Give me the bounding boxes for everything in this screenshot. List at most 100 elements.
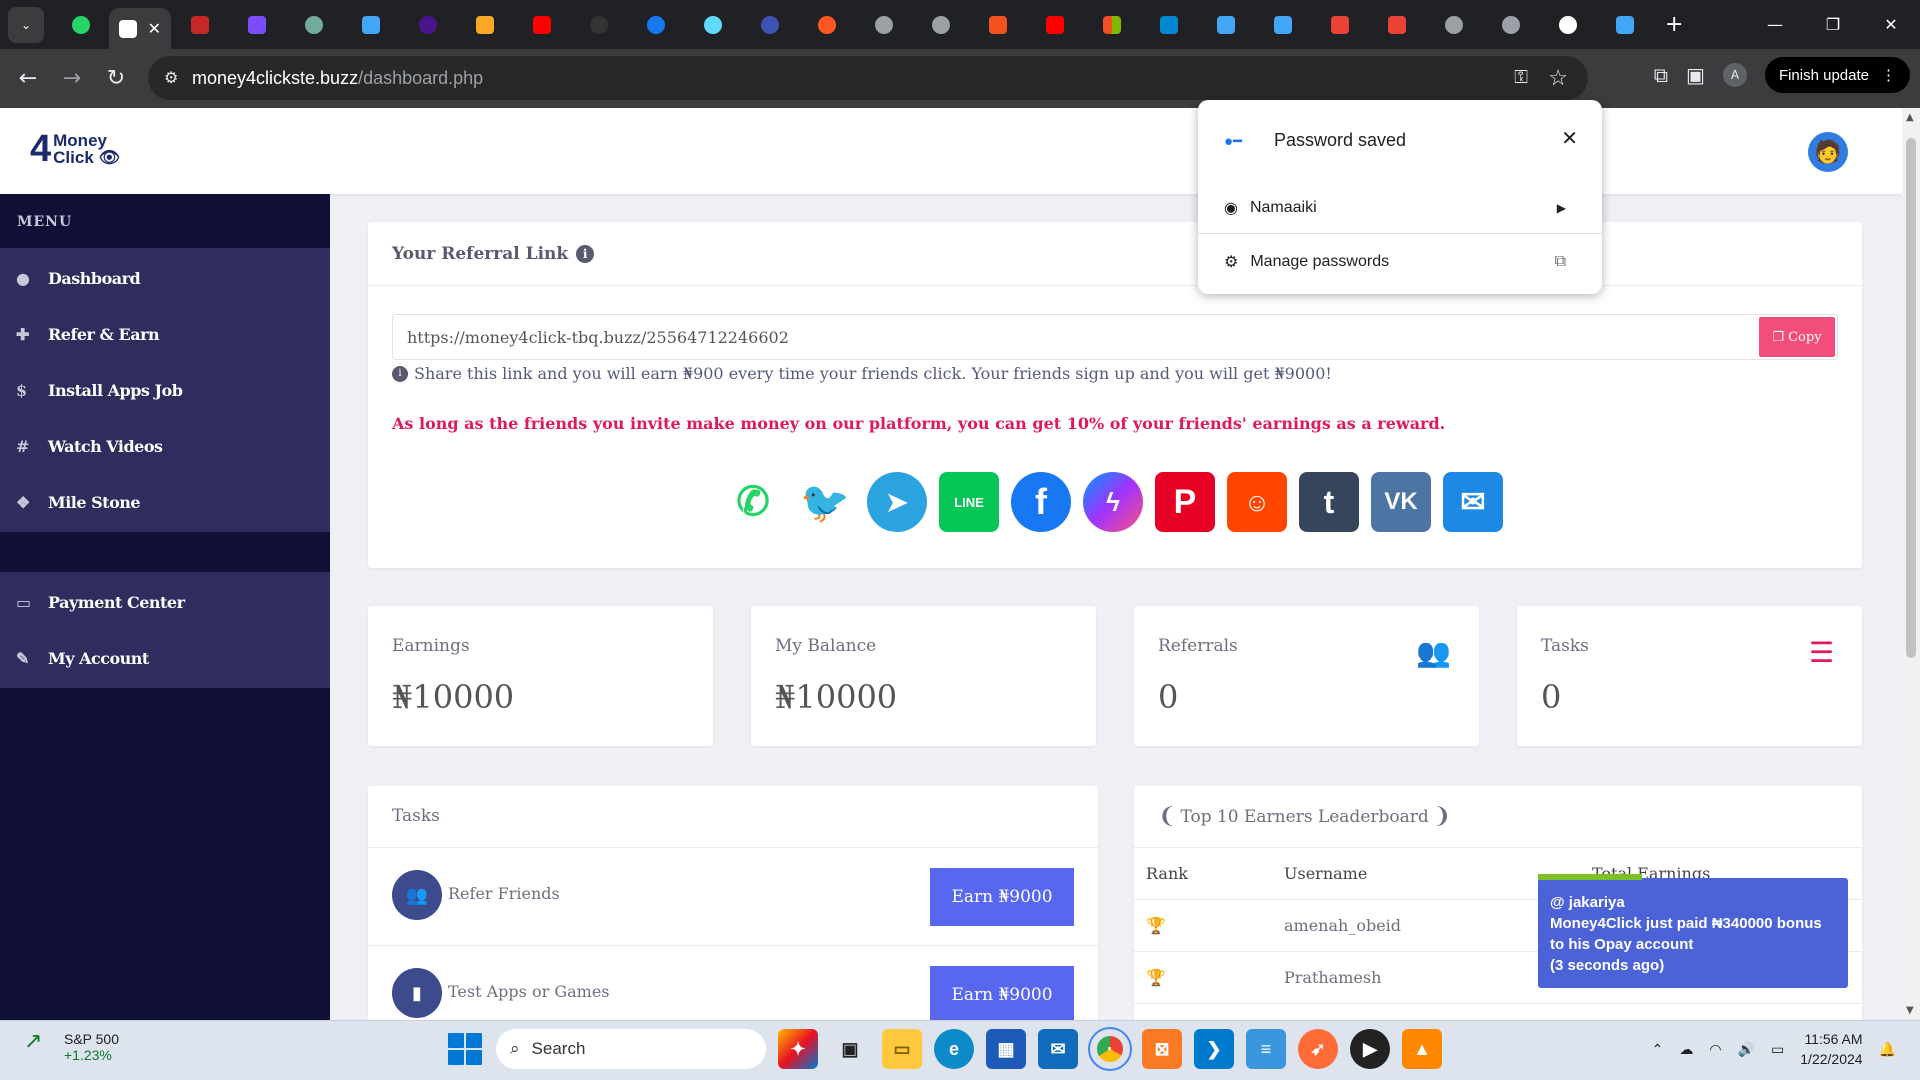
extensions-icon[interactable]: ⧉ <box>1654 63 1668 87</box>
site-info-icon[interactable]: ⚙ <box>164 68 184 88</box>
stock-widget[interactable]: ↗ S&P 500 +1.23% <box>24 1030 119 1064</box>
tab-item[interactable] <box>1197 6 1254 44</box>
tab-item[interactable] <box>228 6 285 44</box>
tab-search-button[interactable]: ⌄ <box>8 6 44 43</box>
tab-item[interactable] <box>171 6 228 44</box>
tab-item[interactable] <box>684 6 741 44</box>
saved-account-row[interactable]: ◉ Namaaiki ▶ <box>1198 182 1602 234</box>
email-share-icon[interactable]: ✉ <box>1443 472 1503 532</box>
page-scrollbar[interactable]: ▲ ▼ <box>1902 108 1920 1020</box>
twitter-share-icon[interactable]: 🐦 <box>795 472 855 532</box>
vk-share-icon[interactable]: VK <box>1371 472 1431 532</box>
scrollbar-thumb[interactable] <box>1906 138 1916 658</box>
tab-item[interactable] <box>399 6 456 44</box>
telegram-share-icon[interactable]: ➤ <box>867 472 927 532</box>
volume-icon[interactable]: 🔊 <box>1738 1041 1755 1058</box>
tab-item[interactable] <box>1083 6 1140 44</box>
tab-item[interactable] <box>798 6 855 44</box>
messenger-share-icon[interactable]: ϟ <box>1083 472 1143 532</box>
onedrive-icon[interactable]: ☁ <box>1679 1041 1693 1058</box>
minimize-icon[interactable]: — <box>1746 0 1804 49</box>
chrome-icon[interactable]: · <box>1088 1027 1132 1071</box>
vscode-icon[interactable]: ❯ <box>1194 1029 1234 1069</box>
sidebar-item-my-account[interactable]: ✎ My Account <box>0 630 330 686</box>
sidebar-item-refer-earn[interactable]: ✚ Refer & Earn <box>0 306 330 362</box>
tab-item[interactable] <box>1311 6 1368 44</box>
sidebar-item-mile-stone[interactable]: ❖ Mile Stone <box>0 474 330 530</box>
chevron-up-icon[interactable]: ⌃ <box>1652 1041 1664 1058</box>
clock[interactable]: 11:56 AM 1/22/2024 <box>1800 1029 1862 1069</box>
close-tab-icon[interactable]: ✕ <box>148 19 161 38</box>
earn-button[interactable]: Earn ₦9000 <box>930 966 1074 1020</box>
tab-item[interactable] <box>969 6 1026 44</box>
vlc-icon[interactable]: ▲ <box>1402 1029 1442 1069</box>
postman-icon[interactable]: ➶ <box>1298 1029 1338 1069</box>
media-player-icon[interactable]: ▶ <box>1350 1029 1390 1069</box>
password-key-icon[interactable]: ⚿ <box>1514 67 1528 88</box>
notepad-icon[interactable]: ≡ <box>1246 1029 1286 1069</box>
sidebar-item-install-apps[interactable]: $ Install Apps Job <box>0 362 330 418</box>
tab-item[interactable] <box>1140 6 1197 44</box>
pinterest-share-icon[interactable]: P <box>1155 472 1215 532</box>
tab-item[interactable] <box>1482 6 1539 44</box>
whatsapp-share-icon[interactable]: ✆ <box>723 472 783 532</box>
notification-bell-icon[interactable]: 🔔 <box>1879 1041 1896 1058</box>
task-view-icon[interactable]: ▣ <box>830 1029 870 1069</box>
windows-start-icon[interactable] <box>444 1029 484 1069</box>
forward-icon[interactable]: → <box>50 57 94 101</box>
restore-icon[interactable]: ❐ <box>1804 0 1862 49</box>
sidebar-item-dashboard[interactable]: ● Dashboard <box>0 250 330 306</box>
manage-passwords-row[interactable]: ⚙ Manage passwords ⧉ <box>1198 236 1602 288</box>
tumblr-share-icon[interactable]: t <box>1299 472 1359 532</box>
close-window-icon[interactable]: ✕ <box>1862 0 1920 49</box>
tab-item[interactable] <box>1425 6 1482 44</box>
profile-avatar[interactable]: A <box>1722 63 1747 87</box>
store-icon[interactable]: ▦ <box>986 1029 1026 1069</box>
tab-item[interactable] <box>570 6 627 44</box>
tab-item[interactable] <box>1596 6 1653 44</box>
tab-item[interactable] <box>741 6 798 44</box>
tab-item[interactable] <box>285 6 342 44</box>
tab-item[interactable] <box>912 6 969 44</box>
site-logo[interactable]: 4 Money Click 👁 <box>30 130 120 168</box>
referral-link-field[interactable]: https://money4click-tbq.buzz/25564712246… <box>392 314 1838 360</box>
facebook-share-icon[interactable]: f <box>1011 472 1071 532</box>
earn-button[interactable]: Earn ₦9000 <box>930 868 1074 926</box>
scroll-up-icon[interactable]: ▲ <box>1906 112 1914 123</box>
wifi-icon[interactable]: ◠ <box>1709 1041 1721 1058</box>
tab-item[interactable] <box>1539 6 1596 44</box>
tab-item[interactable] <box>1026 6 1083 44</box>
bookmark-star-icon[interactable]: ☆ <box>1548 65 1568 91</box>
close-icon[interactable]: ✕ <box>1561 126 1578 151</box>
sidebar-item-watch-videos[interactable]: # Watch Videos <box>0 418 330 474</box>
tab-whatsapp[interactable] <box>52 6 109 44</box>
battery-icon[interactable]: ▭ <box>1771 1041 1784 1058</box>
tab-item[interactable] <box>342 6 399 44</box>
copilot-app-icon[interactable]: ✦ <box>778 1029 818 1069</box>
copy-button[interactable]: ❐ Copy <box>1759 317 1835 357</box>
side-panel-icon[interactable]: ▣ <box>1686 63 1705 87</box>
tab-item[interactable] <box>1368 6 1425 44</box>
taskbar-search[interactable]: ⌕ Search <box>496 1029 766 1069</box>
address-bar[interactable]: ⚙ money4clickste.buzz/dashboard.php ⚿ ☆ <box>148 56 1588 100</box>
sidebar-item-payment-center[interactable]: ▭ Payment Center <box>0 574 330 630</box>
xampp-icon[interactable]: ⊠ <box>1142 1029 1182 1069</box>
file-explorer-icon[interactable]: ▭ <box>882 1029 922 1069</box>
back-icon[interactable]: ← <box>6 57 50 101</box>
tab-item[interactable] <box>627 6 684 44</box>
tab-item[interactable] <box>513 6 570 44</box>
tab-item[interactable] <box>456 6 513 44</box>
user-avatar[interactable]: 🧑 <box>1808 132 1848 172</box>
tab-item[interactable] <box>1254 6 1311 44</box>
tab-item[interactable] <box>855 6 912 44</box>
edge-icon[interactable]: e <box>934 1029 974 1069</box>
finish-update-button[interactable]: Finish update ⋮ <box>1764 57 1910 93</box>
info-icon[interactable]: i <box>576 244 595 263</box>
mail-icon[interactable]: ✉ <box>1038 1029 1078 1069</box>
scroll-down-icon[interactable]: ▼ <box>1906 1005 1914 1016</box>
tab-money4click[interactable]: ✕ <box>109 8 171 49</box>
line-share-icon[interactable]: LINE <box>939 472 999 532</box>
payout-notification[interactable]: @ jakariya Money4Click just paid ₦340000… <box>1538 874 1848 988</box>
reload-icon[interactable]: ↻ <box>94 57 138 101</box>
reddit-share-icon[interactable]: ☺ <box>1227 472 1287 532</box>
